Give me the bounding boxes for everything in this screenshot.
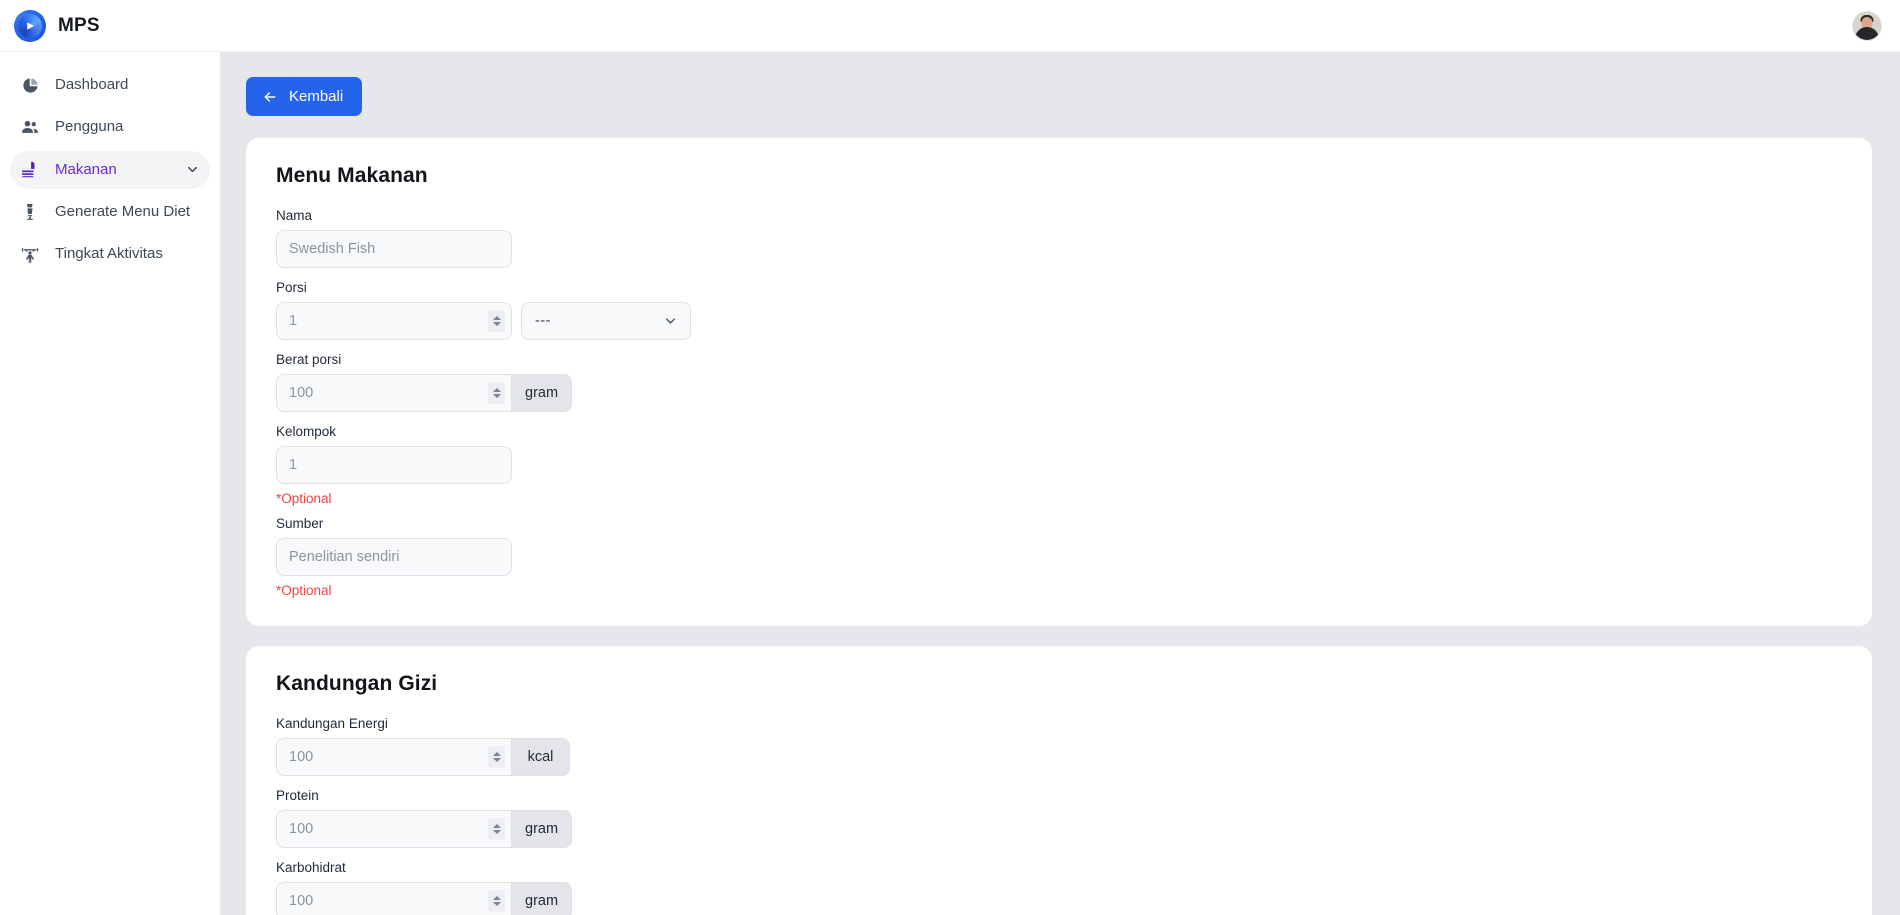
field-porsi: Porsi --- — [276, 280, 1842, 340]
sumber-input[interactable] — [276, 538, 512, 576]
card-title: Kandungan Gizi — [276, 672, 438, 695]
sidebar-item-pengguna[interactable]: Pengguna — [10, 108, 210, 146]
protein-stepper[interactable] — [488, 818, 505, 840]
field-sumber: Sumber *Optional — [276, 516, 1842, 598]
karbohidrat-stepper[interactable] — [488, 890, 505, 912]
field-label-protein: Protein — [276, 788, 319, 803]
app-root: MPS Dashboard Pengguna Makanan Generate … — [0, 0, 1900, 915]
field-label-kelompok: Kelompok — [276, 424, 337, 439]
karbohidrat-input[interactable] — [277, 883, 511, 915]
back-button[interactable]: Kembali — [246, 77, 363, 116]
field-label-nama: Nama — [276, 208, 313, 223]
field-label-sumber: Sumber — [276, 516, 324, 531]
nama-input[interactable] — [276, 230, 512, 268]
sidebar: Dashboard Pengguna Makanan Generate Menu… — [0, 52, 221, 915]
sidebar-item-generate-menu-diet[interactable]: Generate Menu Diet — [10, 193, 210, 231]
sidebar-item-tingkat-aktivitas[interactable]: Tingkat Aktivitas — [10, 235, 210, 273]
card-kandungan-gizi: Kandungan Gizi Kandungan Energi kcal — [246, 646, 1872, 915]
brand-name: MPS — [58, 14, 100, 36]
main-content: Kembali Menu Makanan Nama Porsi — [221, 52, 1900, 915]
weightlifter-icon — [19, 244, 41, 264]
protein-input[interactable] — [277, 811, 511, 847]
pie-chart-icon — [19, 76, 41, 95]
protein-unit-addon: gram — [512, 810, 573, 848]
chevron-down-icon[interactable] — [185, 162, 200, 177]
field-nama: Nama — [276, 208, 1842, 268]
berat-porsi-stepper[interactable] — [488, 382, 505, 404]
field-kelompok: Kelompok *Optional — [276, 424, 1842, 506]
blender-icon — [19, 202, 41, 221]
field-label-porsi: Porsi — [276, 280, 307, 295]
card-title: Menu Makanan — [276, 164, 428, 187]
back-button-label: Kembali — [289, 88, 344, 105]
karbohidrat-number-wrap — [276, 882, 512, 915]
avatar-body — [1855, 26, 1879, 40]
food-tray-icon — [19, 160, 41, 180]
sumber-optional-note: *Optional — [276, 583, 332, 598]
porsi-unit-value: --- — [535, 313, 551, 329]
karbohidrat-unit-addon: gram — [512, 882, 573, 915]
play-circle-icon — [14, 9, 46, 42]
porsi-stepper[interactable] — [488, 310, 505, 332]
sidebar-item-label: Makanan — [55, 160, 117, 178]
sidebar-item-label: Pengguna — [55, 118, 124, 136]
field-label-kandungan-energi: Kandungan Energi — [276, 716, 388, 731]
sidebar-item-label: Dashboard — [55, 76, 129, 93]
arrow-left-icon — [262, 89, 278, 105]
kandungan-energi-input[interactable] — [277, 739, 511, 775]
protein-number-wrap — [276, 810, 512, 848]
field-label-karbohidrat: Karbohidrat — [276, 860, 346, 875]
kandungan-energi-unit-addon: kcal — [512, 738, 570, 776]
kelompok-input[interactable] — [276, 446, 512, 484]
porsi-unit-select[interactable]: --- — [521, 302, 691, 340]
card-menu-makanan: Menu Makanan Nama Porsi — [246, 138, 1872, 626]
porsi-number-wrap — [276, 302, 512, 340]
field-kandungan-energi: Kandungan Energi kcal — [276, 716, 1842, 776]
chevron-down-icon — [663, 314, 678, 329]
berat-porsi-unit-addon: gram — [512, 374, 573, 412]
sidebar-item-makanan[interactable]: Makanan — [10, 150, 210, 189]
field-label-berat-porsi: Berat porsi — [276, 352, 342, 367]
sidebar-item-dashboard[interactable]: Dashboard — [10, 66, 210, 104]
body-wrapper: Dashboard Pengguna Makanan Generate Menu… — [0, 52, 1900, 915]
porsi-input[interactable] — [277, 303, 511, 339]
brand-logo[interactable]: MPS — [14, 9, 100, 42]
avatar[interactable] — [1852, 10, 1882, 41]
berat-porsi-number-wrap — [276, 374, 512, 412]
field-karbohidrat: Karbohidrat gram — [276, 860, 1842, 915]
berat-porsi-input[interactable] — [277, 375, 511, 411]
kelompok-optional-note: *Optional — [276, 491, 332, 506]
sidebar-item-label: Tingkat Aktivitas — [55, 245, 163, 262]
kandungan-energi-stepper[interactable] — [488, 746, 505, 768]
users-icon — [19, 117, 41, 137]
sidebar-item-label: Generate Menu Diet — [55, 202, 191, 220]
kandungan-energi-number-wrap — [276, 738, 512, 776]
field-protein: Protein gram — [276, 788, 1842, 848]
top-bar: MPS — [0, 0, 1900, 52]
field-berat-porsi: Berat porsi gram — [276, 352, 1842, 412]
